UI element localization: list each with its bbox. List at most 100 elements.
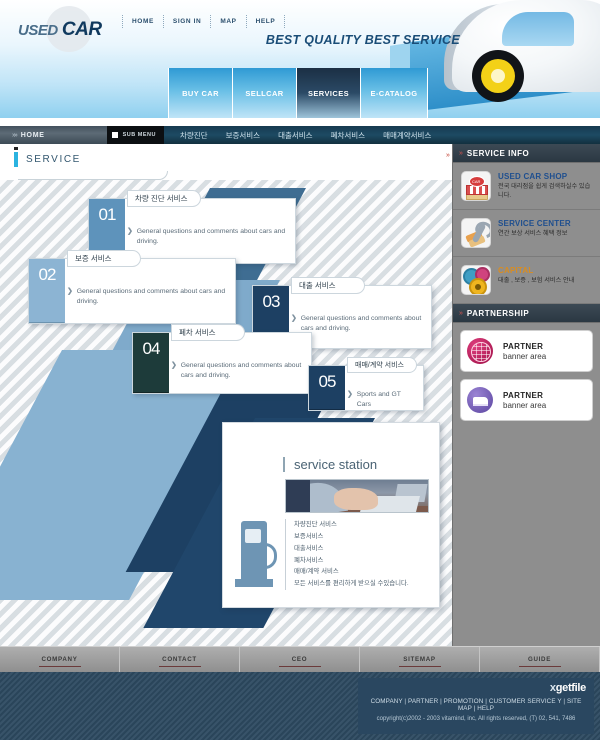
wheel-hub — [481, 59, 515, 93]
service-card-02[interactable]: 02 보증 서비스 ❯ General questions and commen… — [28, 250, 236, 324]
footer-nav-label: CONTACT — [162, 656, 197, 663]
partner-banner-2[interactable]: PARTNER banner area — [460, 379, 593, 421]
site-footer: xgetfile COMPANY | PARTNER | PROMOTION |… — [0, 672, 600, 740]
double-arrow-icon: » — [459, 149, 463, 157]
card-title: 매매/계약 서비스 — [347, 357, 417, 373]
title-underline — [18, 171, 168, 180]
sub-menu-button-label: SUB MENU — [122, 132, 156, 138]
logo-word-car: CAR — [61, 19, 102, 40]
chevron-right-icon: ❯ — [67, 288, 73, 295]
partner-banner-title: PARTNER — [503, 341, 544, 351]
card-description-row: ❯ Sports and GT Cars — [347, 390, 415, 410]
card-description-row: ❯ General questions and comments about c… — [67, 287, 227, 307]
scroll-arrow-icon[interactable]: » — [446, 152, 450, 159]
sidebar-item-title: SERVICE CENTER — [498, 219, 571, 228]
partner-banner-title: PARTNER — [503, 390, 544, 400]
tab-buy-car[interactable]: BUY CAR — [168, 68, 232, 118]
submenu-item-loan[interactable]: 대출서비스 — [278, 130, 313, 141]
right-sidebar: » SERVICE INFO USED CAR SHOP 전국 대리점을 쉽게 … — [452, 144, 600, 646]
footer-nav-company[interactable]: COMPANY — [0, 647, 120, 672]
page-title-bar: SERVICE — [0, 144, 452, 180]
list-item: 폐차서비스 — [294, 556, 324, 564]
footer-links[interactable]: COMPANY | PARTNER | PROMOTION | CUSTOMER… — [366, 698, 586, 712]
card-title: 폐차 서비스 — [171, 324, 245, 341]
sub-menu-items: 차량진단 보증서비스 대출서비스 폐차서비스 매매계약서비스 — [163, 126, 600, 144]
footer-copyright: copyright(c)2002 - 2003 vitamind, inc, A… — [376, 716, 576, 722]
footer-nav-label: COMPANY — [41, 656, 78, 663]
list-item: 보증서비스 — [294, 532, 324, 540]
service-station-panel: service station 차량진단 서비스 보증서비스 대출서비스 폐차서… — [222, 422, 440, 608]
sidebar-item-subtitle: 대출 , 보증 , 보험 서비스 안내 — [498, 277, 575, 284]
partner-banner-1[interactable]: PARTNER banner area — [460, 330, 593, 372]
card-number: 02 — [29, 259, 65, 323]
sidebar-item-used-car-shop[interactable]: USED CAR SHOP 전국 대리점을 쉽게 검색하실수 있습니다. — [453, 163, 600, 210]
logo-text: USED CAR — [18, 19, 102, 41]
footer-nav-guide[interactable]: GUIDE — [480, 647, 600, 672]
sidebar-item-subtitle: 전국 대리점을 쉽게 검색하실수 있습니다. — [498, 183, 591, 199]
site-logo[interactable]: USED CAR — [14, 6, 134, 52]
partner-banner-subtitle: banner area — [503, 351, 547, 361]
footer-info-box: xgetfile COMPANY | PARTNER | PROMOTION |… — [358, 678, 594, 734]
globe-icon — [467, 338, 493, 364]
top-navigation: HOME SIGN IN MAP HELP — [122, 15, 286, 28]
card-description-row: ❯ General questions and comments about c… — [127, 227, 287, 247]
logo-word-used: USED — [18, 22, 58, 39]
page-root: USED CAR HOME SIGN IN MAP HELP BEST QUAL… — [0, 0, 600, 740]
card-number: 04 — [133, 333, 169, 393]
main-navigation-tabs: BUY CAR SELLCAR SERVICES E-CATALOG — [168, 68, 428, 118]
tab-sell-car[interactable]: SELLCAR — [232, 68, 296, 118]
sidebar-item-title: USED CAR SHOP — [498, 172, 568, 181]
card-description: General questions and comments about car… — [136, 228, 286, 246]
wheel-center — [491, 69, 505, 83]
submenu-item-diagnosis[interactable]: 차량진단 — [180, 130, 208, 141]
gas-pump-icon — [235, 521, 277, 587]
submenu-item-contract[interactable]: 매매계약서비스 — [383, 130, 431, 141]
tab-e-catalog[interactable]: E-CATALOG — [360, 68, 428, 118]
service-station-list: 차량진단 서비스 보증서비스 대출서비스 폐차서비스 매매/계약 서비스 모든 … — [285, 519, 435, 591]
footer-nav-contact[interactable]: CONTACT — [120, 647, 240, 672]
submenu-item-scrapping[interactable]: 폐차서비스 — [331, 130, 366, 141]
main-content: 01 차량 진단 서비스 ❯ General questions and com… — [0, 180, 452, 646]
chevron-right-icon: ❯ — [347, 391, 353, 398]
footer-navigation: COMPANY CONTACT CEO SITEMAP GUIDE — [0, 646, 600, 672]
car-illustration — [390, 0, 600, 112]
getfile-logo: xgetfile — [366, 682, 586, 694]
page-title: SERVICE — [26, 154, 81, 165]
service-station-title: service station — [283, 457, 377, 472]
partner-banner-subtitle: banner area — [503, 400, 547, 410]
submenu-item-warranty[interactable]: 보증서비스 — [226, 130, 261, 141]
card-title: 대출 서비스 — [291, 277, 365, 294]
sidebar-item-capital[interactable]: CAPITAL 대출 , 보증 , 보험 서비스 안내 — [453, 257, 600, 304]
footer-nav-label: CEO — [291, 656, 308, 663]
topnav-item-signin[interactable]: SIGN IN — [164, 15, 212, 28]
chevron-right-icon: ❯ — [127, 228, 133, 235]
tab-services[interactable]: SERVICES — [296, 68, 360, 118]
card-description: General questions and comments about car… — [300, 315, 422, 333]
service-station-photo — [285, 479, 429, 513]
breadcrumb[interactable]: »» HOME — [12, 132, 45, 139]
footer-nav-ceo[interactable]: CEO — [240, 647, 360, 672]
car-wheel — [472, 50, 524, 102]
topnav-item-home[interactable]: HOME — [122, 15, 164, 28]
header-tagline: BEST QUALITY BEST SERVICE — [265, 33, 460, 47]
list-item: 매매/계약 서비스 — [294, 568, 339, 576]
sidebar-item-subtitle: 연간 보상 서비스 혜택 정보 — [498, 230, 568, 237]
service-card-04[interactable]: 04 폐차 서비스 ❯ General questions and commen… — [132, 324, 312, 394]
service-card-05[interactable]: 05 매매/계약 서비스 ❯ Sports and GT Cars — [308, 357, 424, 411]
card-title: 보증 서비스 — [67, 250, 141, 267]
card-description: Sports and GT Cars — [356, 391, 401, 409]
truck-icon — [467, 387, 493, 413]
sidebar-item-service-center[interactable]: SERVICE CENTER 연간 보상 서비스 혜택 정보 — [453, 210, 600, 257]
double-arrow-icon: » — [459, 309, 463, 317]
sidebar-heading-partnership: » PARTNERSHIP — [453, 304, 600, 323]
card-description: General questions and comments about car… — [76, 288, 226, 306]
topnav-item-help[interactable]: HELP — [247, 15, 286, 28]
sub-menu-button[interactable]: SUB MENU — [106, 126, 164, 144]
topnav-item-map[interactable]: MAP — [211, 15, 247, 28]
service-info-label: SERVICE INFO — [466, 148, 530, 158]
footer-nav-sitemap[interactable]: SITEMAP — [360, 647, 480, 672]
breadcrumb-home-label: HOME — [20, 131, 45, 139]
card-number: 05 — [309, 366, 345, 410]
sidebar-item-title: CAPITAL — [498, 266, 534, 275]
sidebar-heading-service-info: » SERVICE INFO — [453, 144, 600, 163]
